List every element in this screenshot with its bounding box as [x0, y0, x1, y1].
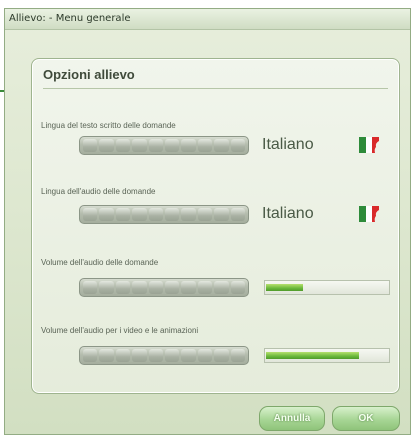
option-label-question-volume: Volume dell'audio delle domande [41, 258, 159, 267]
text-language-selector[interactable] [79, 136, 249, 155]
window-title: Allievo: - Menu generale [5, 9, 410, 30]
audio-language-selector[interactable] [79, 205, 249, 224]
option-label-audio-language: Lingua dell'audio delle domande [41, 187, 156, 196]
video-volume-selector[interactable] [79, 346, 249, 365]
option-label-video-volume: Volume dell'audio per i video e le anima… [41, 326, 199, 335]
italy-flag-icon[interactable] [359, 204, 379, 224]
cancel-button[interactable]: Annulla [259, 406, 325, 431]
ok-button[interactable]: OK [332, 406, 400, 431]
option-label-text-language: Lingua del testo scritto delle domande [41, 121, 176, 130]
panel-title: Opzioni allievo [43, 67, 388, 89]
question-volume-slider[interactable] [264, 280, 390, 295]
student-options-panel: Opzioni allievo Lingua del testo scritto… [31, 58, 400, 394]
italy-flag-icon[interactable] [359, 135, 379, 155]
audio-language-value: Italiano [262, 205, 314, 222]
options-window: Allievo: - Menu generale Opzioni allievo… [4, 8, 411, 435]
question-volume-fill [266, 284, 303, 291]
video-volume-slider[interactable] [264, 348, 390, 363]
question-volume-selector[interactable] [79, 278, 249, 297]
text-language-value: Italiano [262, 136, 314, 153]
video-volume-fill [266, 352, 359, 359]
